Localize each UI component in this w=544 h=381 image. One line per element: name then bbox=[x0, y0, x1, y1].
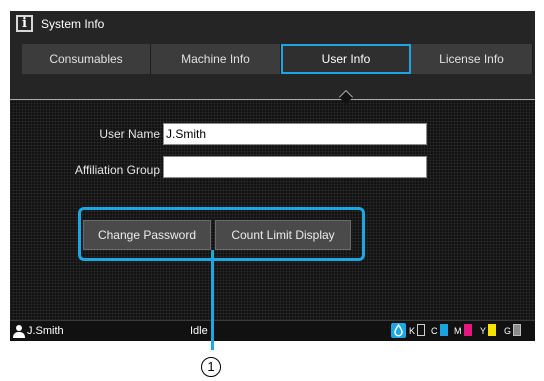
change-password-button[interactable]: Change Password bbox=[83, 220, 211, 250]
callout-line bbox=[211, 250, 214, 350]
affiliation-group-label: Affiliation Group bbox=[74, 163, 160, 177]
ink-level-y bbox=[488, 324, 496, 336]
affiliation-group-field[interactable] bbox=[163, 156, 427, 178]
ink-level-m bbox=[464, 324, 472, 336]
ink-label-c: C bbox=[431, 326, 438, 336]
ink-label-m: M bbox=[454, 326, 462, 336]
ink-drop-icon bbox=[391, 323, 406, 338]
ink-level-g bbox=[513, 324, 521, 336]
user-icon bbox=[13, 325, 25, 338]
count-limit-display-button[interactable]: Count Limit Display bbox=[215, 220, 351, 250]
ink-level-c bbox=[440, 324, 448, 336]
info-icon: i bbox=[16, 15, 33, 32]
page-title: System Info bbox=[41, 17, 105, 31]
status-state: Idle bbox=[190, 325, 208, 337]
header-bar: i System Info Consumables Machine Info U… bbox=[10, 11, 535, 100]
ink-level-k bbox=[417, 324, 425, 336]
tab-user-info[interactable]: User Info bbox=[281, 44, 411, 74]
tab-consumables[interactable]: Consumables bbox=[22, 44, 151, 74]
system-info-screen: i System Info Consumables Machine Info U… bbox=[10, 11, 535, 341]
callout-number: 1 bbox=[201, 357, 221, 377]
status-bar: J.Smith Idle K C M Y G bbox=[10, 320, 535, 341]
status-user-name: J.Smith bbox=[27, 325, 64, 337]
tab-machine-info[interactable]: Machine Info bbox=[151, 44, 281, 74]
ink-label-y: Y bbox=[480, 326, 487, 336]
user-name-label: User Name bbox=[99, 127, 160, 141]
ink-label-k: K bbox=[409, 326, 416, 336]
ink-label-g: G bbox=[504, 326, 512, 336]
tab-license-info[interactable]: License Info bbox=[411, 44, 533, 74]
user-name-field[interactable] bbox=[163, 123, 427, 145]
